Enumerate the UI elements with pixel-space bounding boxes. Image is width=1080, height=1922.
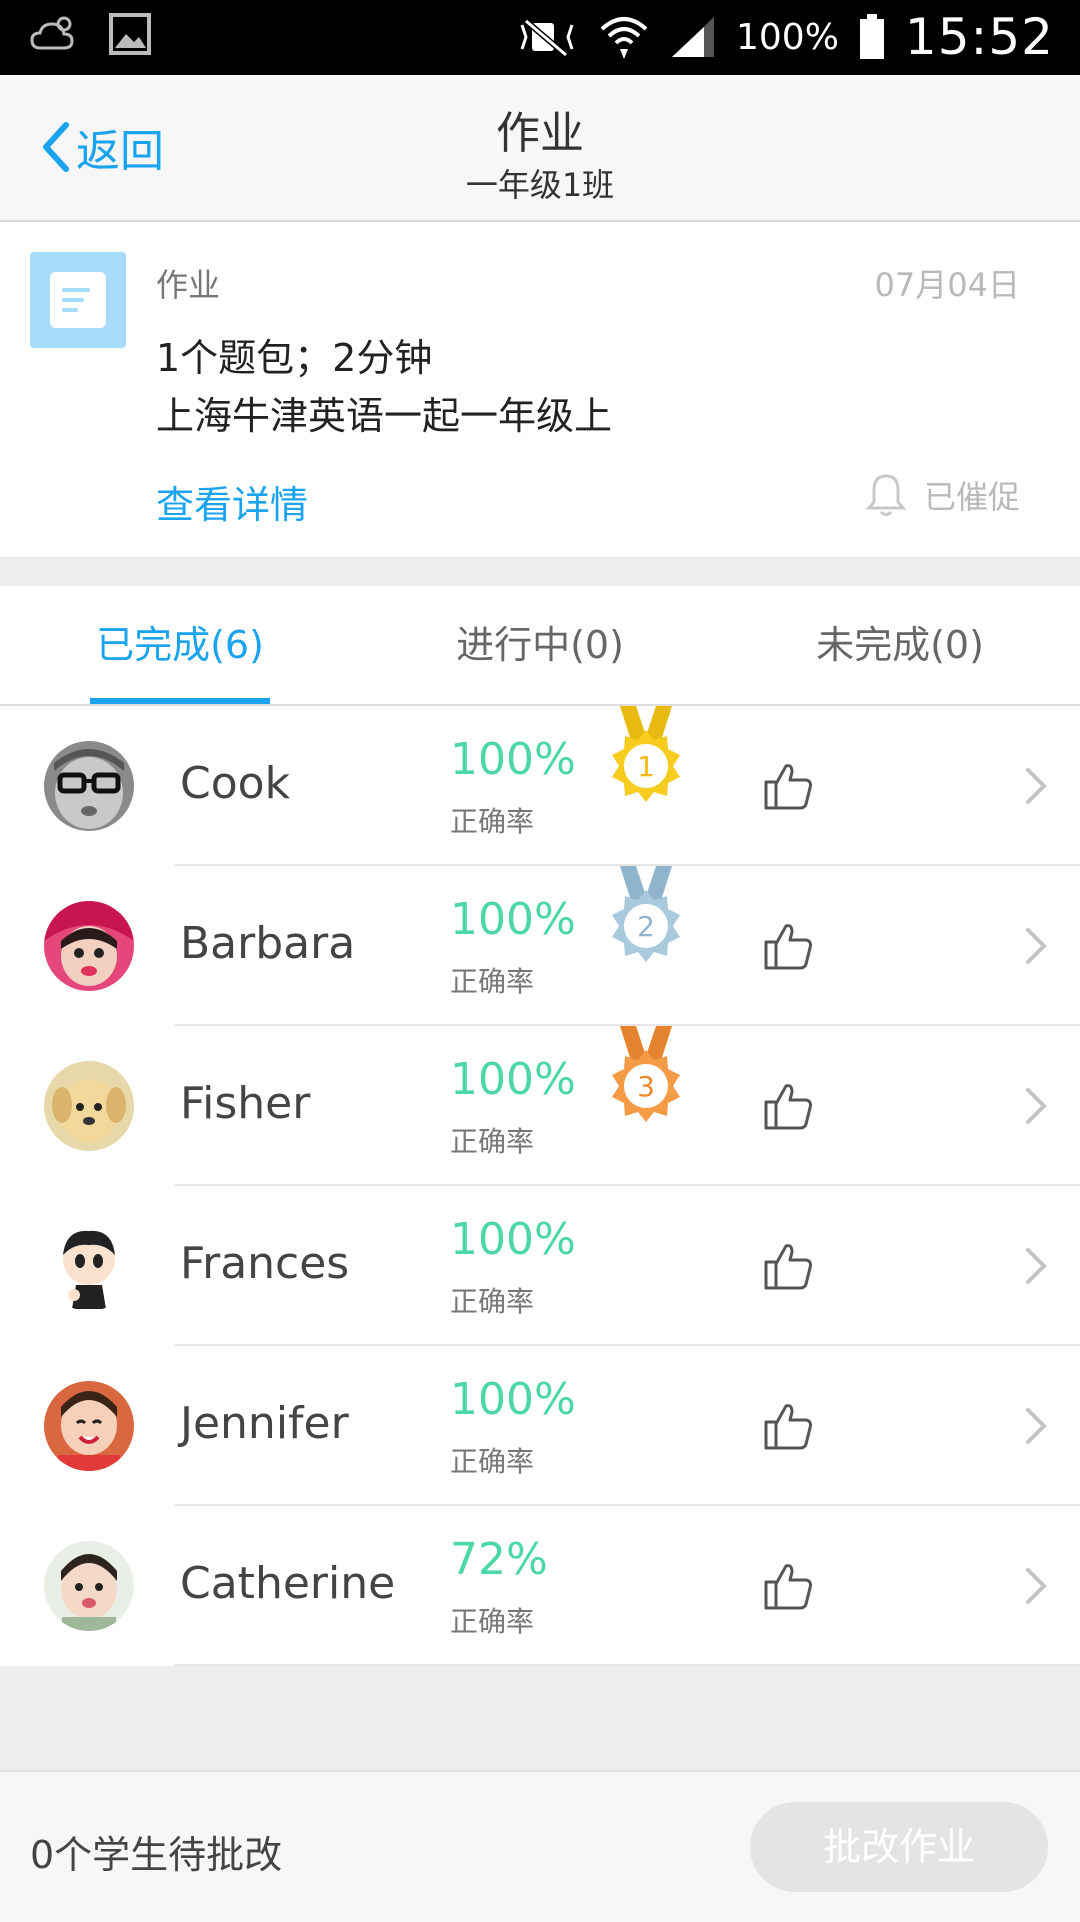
student-row[interactable]: Jennifer 100% 正确率 <box>0 1346 1080 1506</box>
weather-icon <box>30 16 74 50</box>
accuracy-label: 正确率 <box>450 1605 535 1638</box>
nav-bar: 返回 作业 一年级1班 <box>0 75 1080 222</box>
student-name: Jennifer <box>180 1398 349 1449</box>
gold-medal-icon: 1 <box>612 706 680 802</box>
student-row[interactable]: Frances 100% 正确率 <box>0 1186 1080 1346</box>
document-icon <box>30 252 126 348</box>
image-icon <box>109 13 151 55</box>
status-bar: 100% 15:52 <box>0 0 1080 75</box>
thumbs-up-icon[interactable] <box>762 1400 814 1452</box>
glasses-kid-avatar <box>44 741 134 831</box>
girl-red-hat-avatar <box>44 901 134 991</box>
tab-incomplete[interactable]: 未完成(0) <box>720 586 1080 704</box>
cartoon-boy-avatar <box>44 1221 134 1311</box>
bottom-bar: 0个学生待批改 批改作业 <box>0 1770 1080 1922</box>
accuracy-value: 100% <box>450 1374 576 1425</box>
tab-completed[interactable]: 已完成(6) <box>0 586 360 704</box>
chevron-right-icon <box>1026 1568 1047 1604</box>
student-name: Barbara <box>180 918 356 969</box>
thumbs-up-icon[interactable] <box>762 1240 814 1292</box>
thumbs-up-icon[interactable] <box>762 920 814 972</box>
smiling-girl-avatar <box>44 1381 134 1471</box>
wifi-icon <box>600 17 648 59</box>
bronze-medal-icon: 3 <box>612 1026 680 1122</box>
thumbs-up-icon[interactable] <box>762 1560 814 1612</box>
student-row[interactable]: Fisher 100% 正确率 3 <box>0 1026 1080 1186</box>
grade-homework-button[interactable]: 批改作业 <box>750 1802 1048 1892</box>
homework-date: 07月04日 <box>874 266 1020 304</box>
student-name: Catherine <box>180 1558 396 1609</box>
accuracy-label: 正确率 <box>450 1285 535 1318</box>
chevron-right-icon <box>1026 1248 1047 1284</box>
silver-medal-icon: 2 <box>612 866 680 962</box>
mute-icon <box>520 18 574 57</box>
clock: 15:52 <box>904 8 1054 66</box>
view-details-link[interactable]: 查看详情 <box>156 474 308 529</box>
medal-rank: 1 <box>637 750 655 783</box>
student-row[interactable]: Cook 100% 正确率 1 <box>0 706 1080 866</box>
accuracy-label: 正确率 <box>450 1125 535 1158</box>
student-list: Cook 100% 正确率 1 Barbara 100% 正确率 2 Fishe… <box>0 706 1080 1666</box>
chevron-right-icon <box>1026 928 1047 964</box>
student-name: Cook <box>180 758 291 809</box>
battery-icon <box>859 14 884 59</box>
reminded-status: 已催促 <box>865 472 1020 518</box>
page-title: 作业 <box>496 108 584 159</box>
chevron-right-icon <box>1026 1088 1047 1124</box>
medal-rank: 3 <box>637 1070 655 1103</box>
page-subtitle: 一年级1班 <box>465 166 615 204</box>
student-name: Frances <box>180 1238 350 1289</box>
homework-summary: 1个题包；2分钟 <box>156 336 433 380</box>
student-row[interactable]: Barbara 100% 正确率 2 <box>0 866 1080 1026</box>
accuracy-value: 100% <box>450 734 576 785</box>
thumbs-up-icon[interactable] <box>762 760 814 812</box>
accuracy-label: 正确率 <box>450 805 535 838</box>
row-divider <box>175 1664 1080 1666</box>
homework-book: 上海牛津英语一起一年级上 <box>156 394 613 438</box>
status-tabs: 已完成(6) 进行中(0) 未完成(0) <box>0 586 1080 706</box>
battery-percent: 100% <box>735 16 839 58</box>
puppy-avatar <box>44 1061 134 1151</box>
accuracy-value: 100% <box>450 1214 576 1265</box>
student-name: Fisher <box>180 1078 311 1129</box>
chevron-right-icon <box>1026 768 1047 804</box>
accuracy-label: 正确率 <box>450 1445 535 1478</box>
accuracy-value: 72% <box>450 1534 548 1585</box>
thumbs-up-icon[interactable] <box>762 1080 814 1132</box>
homework-type: 作业 <box>156 266 221 304</box>
chevron-right-icon <box>1026 1408 1047 1444</box>
signal-icon <box>671 17 714 57</box>
homework-card: 作业 07月04日 1个题包；2分钟 上海牛津英语一起一年级上 查看详情 已催促 <box>0 222 1080 557</box>
reminded-label: 已催促 <box>923 478 1020 516</box>
accuracy-label: 正确率 <box>450 965 535 998</box>
accuracy-value: 100% <box>450 894 576 945</box>
student-row[interactable]: Catherine 72% 正确率 <box>0 1506 1080 1666</box>
active-tab-indicator <box>90 698 270 704</box>
bell-icon <box>865 474 906 516</box>
tab-in-progress[interactable]: 进行中(0) <box>360 586 720 704</box>
accuracy-value: 100% <box>450 1054 576 1105</box>
medal-rank: 2 <box>637 910 655 943</box>
pending-count: 0个学生待批改 <box>30 1833 283 1877</box>
toddler-avatar <box>44 1541 134 1631</box>
